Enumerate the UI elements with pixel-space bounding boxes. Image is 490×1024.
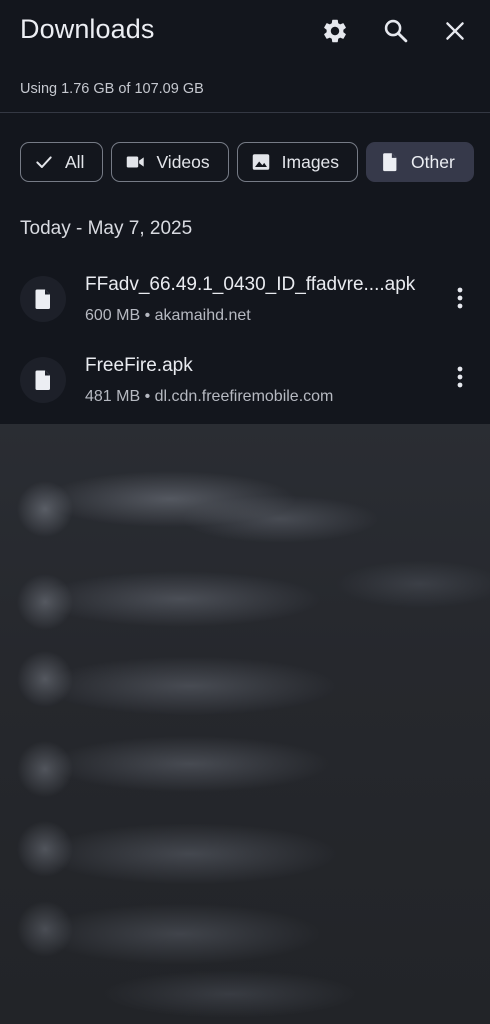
storage-usage: Using 1.76 GB of 107.09 GB bbox=[20, 81, 204, 97]
header-divider bbox=[0, 112, 490, 113]
more-options-button[interactable] bbox=[444, 282, 476, 314]
app-header: Downloads bbox=[0, 0, 490, 64]
filter-chip-label: Videos bbox=[156, 151, 210, 172]
more-vertical-icon bbox=[457, 287, 463, 309]
filter-chip-all[interactable]: All bbox=[20, 142, 104, 182]
image-icon bbox=[250, 151, 272, 173]
file-name: FFadv_66.49.1_0430_ID_ffadvre....apk bbox=[85, 274, 416, 295]
filter-chip-other[interactable]: Other bbox=[366, 142, 474, 182]
settings-button[interactable] bbox=[318, 14, 352, 48]
filter-chip-label: Other bbox=[411, 151, 455, 172]
filter-chip-images[interactable]: Images bbox=[236, 142, 359, 182]
search-button[interactable] bbox=[379, 14, 413, 48]
page-title: Downloads bbox=[20, 14, 155, 44]
file-meta: 600 MB • akamaihd.net bbox=[85, 307, 251, 324]
date-section-header: Today - May 7, 2025 bbox=[20, 218, 193, 239]
close-button[interactable] bbox=[438, 14, 472, 48]
download-item[interactable]: FFadv_66.49.1_0430_ID_ffadvre....apk 600… bbox=[0, 272, 490, 342]
downloads-screen: Downloads Using 1.76 GB of 107.09 GB All… bbox=[0, 0, 490, 1024]
gear-icon bbox=[324, 19, 346, 43]
document-icon bbox=[379, 151, 401, 173]
more-vertical-icon bbox=[457, 366, 463, 388]
filter-chips: All Videos Images Other bbox=[20, 142, 474, 182]
filter-chip-label: Images bbox=[281, 151, 340, 172]
file-name: FreeFire.apk bbox=[85, 355, 193, 376]
video-camera-icon bbox=[124, 151, 146, 173]
search-icon bbox=[384, 19, 408, 43]
file-icon bbox=[20, 276, 66, 322]
filter-chip-label: All bbox=[65, 151, 85, 172]
filter-chip-videos[interactable]: Videos bbox=[111, 142, 229, 182]
close-icon bbox=[446, 22, 464, 40]
download-item[interactable]: FreeFire.apk 481 MB • dl.cdn.freefiremob… bbox=[0, 353, 490, 423]
check-icon bbox=[33, 151, 55, 173]
file-icon bbox=[20, 357, 66, 403]
more-options-button[interactable] bbox=[444, 361, 476, 393]
file-meta: 481 MB • dl.cdn.freefiremobile.com bbox=[85, 388, 334, 405]
blurred-content-region bbox=[0, 424, 490, 1024]
